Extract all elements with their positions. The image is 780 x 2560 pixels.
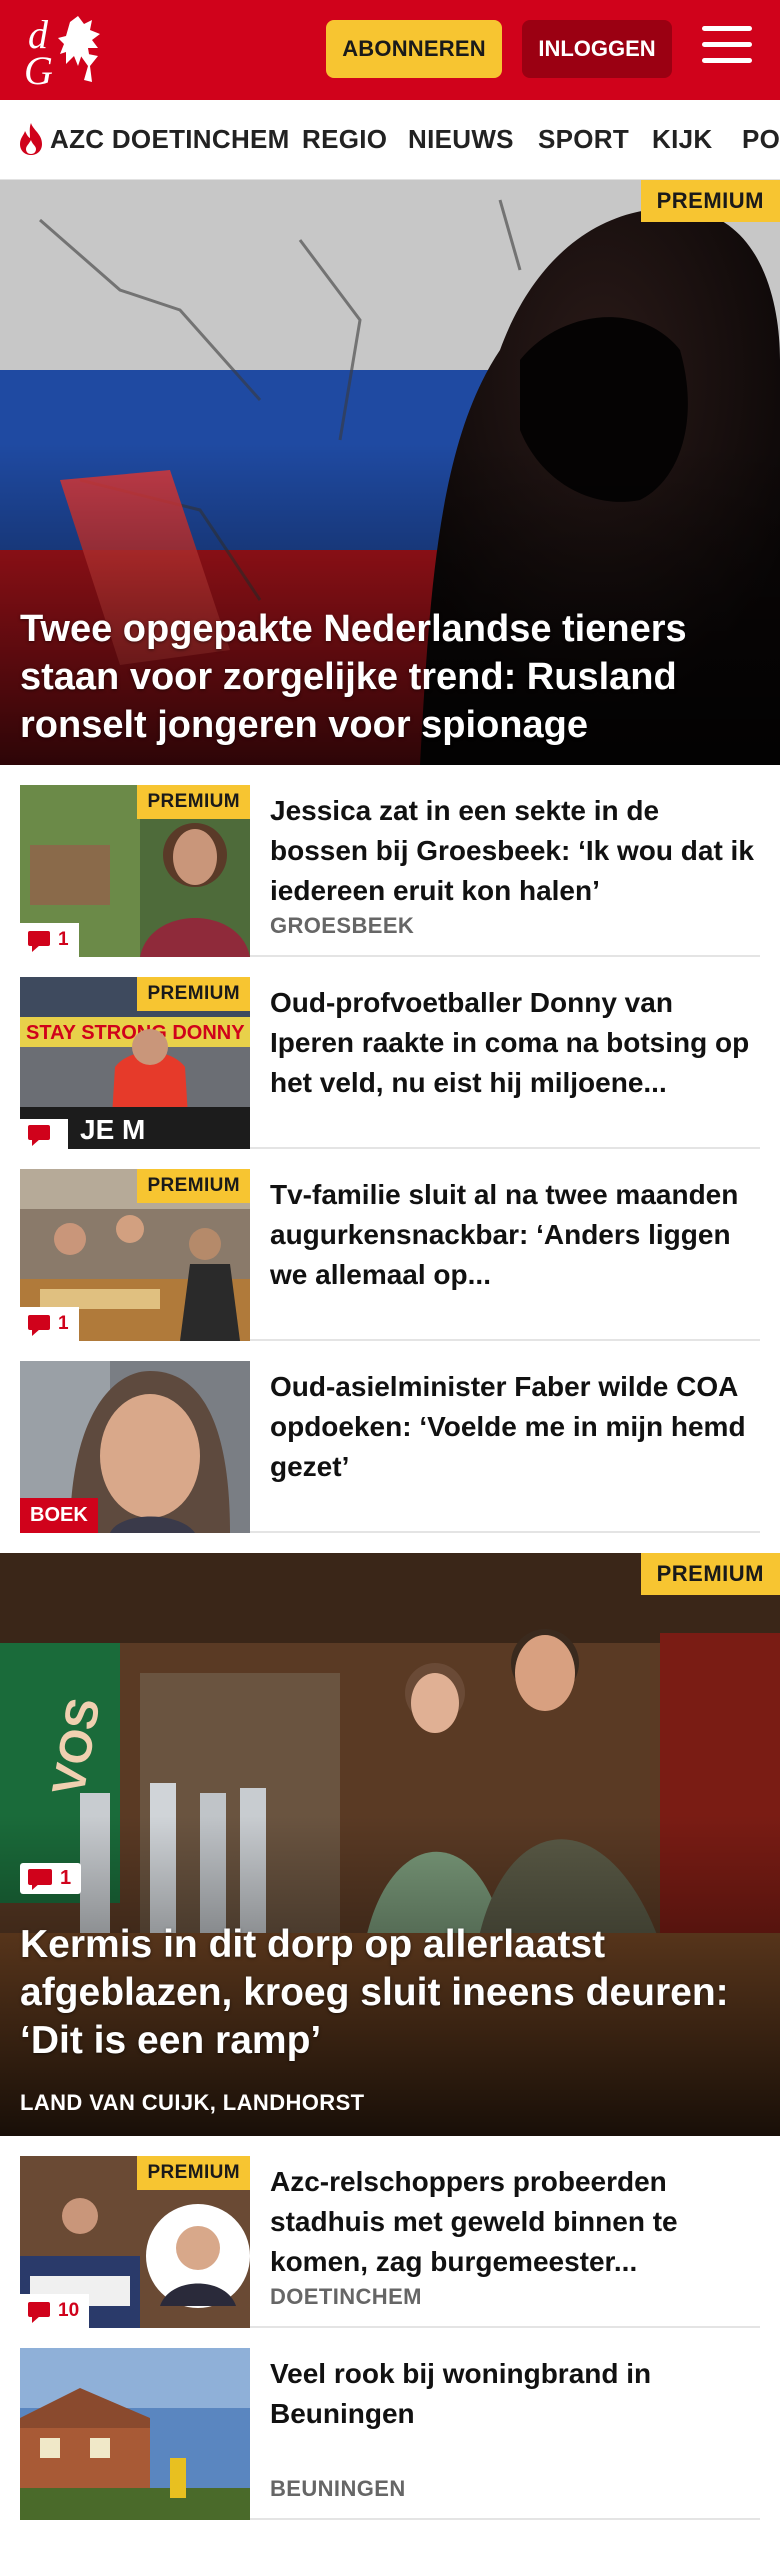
article-thumbnail: PREMIUM 1 (20, 785, 250, 957)
comment-icon (28, 931, 50, 952)
nav-item-po[interactable]: PO (742, 124, 780, 155)
comment-icon (28, 1315, 50, 1336)
premium-badge: PREMIUM (137, 785, 250, 819)
article-title[interactable]: Jessica zat in een sekte in de bossen bi… (270, 791, 760, 911)
article-thumbnail: PREMIUM 1 (20, 1169, 250, 1341)
comment-count: 1 (20, 1307, 79, 1341)
list-item[interactable]: Veel rook bij woningbrand in Beuningen B… (20, 2328, 760, 2520)
article-title[interactable]: Veel rook bij woningbrand in Beuningen (270, 2354, 760, 2434)
article-location: BEUNINGEN (270, 2476, 406, 2501)
premium-badge: PREMIUM (137, 977, 250, 1011)
nav-item-kijk[interactable]: KIJK (652, 124, 712, 155)
premium-badge: PREMIUM (640, 180, 780, 222)
section-nav: AZC DOETINCHEM REGIO NIEUWS SPORT KIJK P… (0, 100, 780, 180)
list-item[interactable]: PREMIUM 1 Jessica zat in een sekte in de… (20, 765, 760, 957)
flame-icon (20, 123, 42, 155)
article-thumbnail (20, 2348, 250, 2520)
list-item[interactable]: PREMIUM 1 Tv-familie sluit al na twee ma… (20, 1149, 760, 1341)
nav-item-azc-doetinchem[interactable]: AZC DOETINCHEM (50, 124, 290, 155)
comment-icon (28, 1125, 50, 1146)
article-title[interactable]: Oud-asielminister Faber wilde COA opdoek… (270, 1367, 760, 1487)
list-item[interactable]: STAY STRONG DONNY JE M PREMIUM Oud-profv… (20, 957, 760, 1149)
svg-text:G: G (24, 48, 53, 88)
top-header: d G ABONNEREN INLOGGEN (0, 0, 780, 100)
subscribe-button[interactable]: ABONNEREN (326, 20, 502, 78)
nav-item-regio[interactable]: REGIO (302, 124, 387, 155)
premium-badge: PREMIUM (137, 1169, 250, 1203)
comment-count (20, 1119, 68, 1149)
premium-badge: PREMIUM (640, 1553, 780, 1595)
hero-title[interactable]: Twee opgepakte Nederlandse tieners staan… (20, 605, 760, 749)
site-logo[interactable]: d G (22, 12, 114, 88)
menu-icon[interactable] (702, 26, 752, 70)
nav-item-sport[interactable]: SPORT (538, 124, 629, 155)
hero-article[interactable]: PREMIUM Twee opgepakte Nederlandse tiene… (0, 180, 780, 765)
article-thumbnail: BOEK (20, 1361, 250, 1533)
article-location: DOETINCHEM (270, 2284, 422, 2309)
article-thumbnail: STAY STRONG DONNY JE M PREMIUM (20, 977, 250, 1149)
list-item[interactable]: PREMIUM 10 Azc-relschoppers probeerden s… (20, 2136, 760, 2328)
article-title[interactable]: Oud-profvoetballer Donny van Iperen raak… (270, 983, 760, 1103)
comment-icon (28, 2302, 50, 2323)
article-thumbnail: PREMIUM 10 (20, 2156, 250, 2328)
comment-count: 1 (20, 923, 79, 957)
comment-count: 1 (20, 1863, 82, 1894)
premium-badge: PREMIUM (137, 2156, 250, 2190)
list-item[interactable]: BOEK Oud-asielminister Faber wilde COA o… (20, 1341, 760, 1533)
nav-item-nieuws[interactable]: NIEUWS (408, 124, 514, 155)
feature-title[interactable]: Kermis in dit dorp op allerlaatst afgebl… (20, 1921, 760, 2065)
feature-article[interactable]: VOS PREMIUM 1 Kermis in dit dorp op alle… (0, 1553, 780, 2136)
comment-icon (28, 1868, 52, 1890)
feature-location: LAND VAN CUIJK, LANDHORST (20, 2090, 365, 2115)
svg-text:JE M: JE M (80, 1114, 145, 1145)
login-button[interactable]: INLOGGEN (522, 20, 672, 78)
article-title[interactable]: Azc-relschoppers probeerden stadhuis met… (270, 2162, 760, 2282)
article-title[interactable]: Tv-familie sluit al na twee maanden augu… (270, 1175, 760, 1295)
article-location: GROESBEEK (270, 913, 415, 938)
category-label: BOEK (20, 1498, 98, 1533)
comment-count: 10 (20, 2294, 90, 2328)
